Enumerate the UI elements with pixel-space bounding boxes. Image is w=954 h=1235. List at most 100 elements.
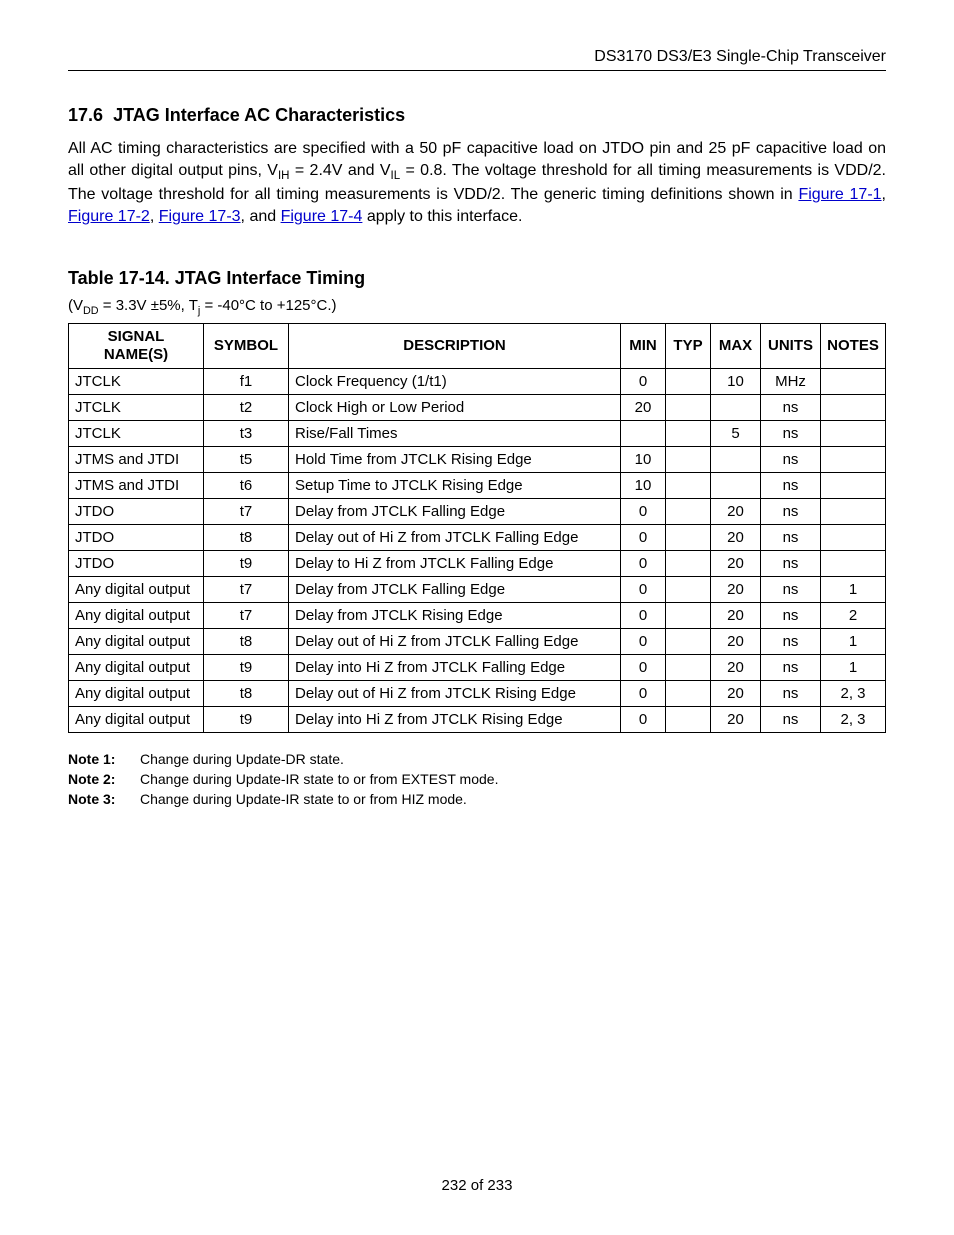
cell: 1 bbox=[821, 654, 886, 680]
page-footer: 232 of 233 bbox=[68, 1177, 886, 1194]
cell bbox=[821, 524, 886, 550]
cell: Delay into Hi Z from JTCLK Rising Edge bbox=[289, 706, 621, 732]
cell: Setup Time to JTCLK Rising Edge bbox=[289, 472, 621, 498]
cell: t9 bbox=[204, 550, 289, 576]
cell: Delay out of Hi Z from JTCLK Falling Edg… bbox=[289, 628, 621, 654]
cell bbox=[666, 446, 711, 472]
cell bbox=[666, 602, 711, 628]
cell: 20 bbox=[711, 680, 761, 706]
cell: 20 bbox=[711, 602, 761, 628]
note-row: Note 3:Change during Update-IR state to … bbox=[68, 791, 886, 807]
cell: t8 bbox=[204, 524, 289, 550]
cell bbox=[666, 472, 711, 498]
cell: Delay out of Hi Z from JTCLK Rising Edge bbox=[289, 680, 621, 706]
cell: 20 bbox=[711, 576, 761, 602]
table-row: Any digital outputt9Delay into Hi Z from… bbox=[69, 654, 886, 680]
cell: 0 bbox=[621, 654, 666, 680]
note-row: Note 2:Change during Update-IR state to … bbox=[68, 771, 886, 787]
cell: t6 bbox=[204, 472, 289, 498]
cell: 0 bbox=[621, 680, 666, 706]
cell: 0 bbox=[621, 628, 666, 654]
cell: 20 bbox=[711, 524, 761, 550]
table-row: JTCLKf1Clock Frequency (1/t1)010MHz bbox=[69, 368, 886, 394]
th-symbol: SYMBOL bbox=[204, 323, 289, 368]
cell: JTMS and JTDI bbox=[69, 446, 204, 472]
link-figure-17-1[interactable]: Figure 17-1 bbox=[798, 186, 881, 203]
cell: Any digital output bbox=[69, 576, 204, 602]
cell: Delay into Hi Z from JTCLK Falling Edge bbox=[289, 654, 621, 680]
cell bbox=[666, 680, 711, 706]
cell: ns bbox=[761, 472, 821, 498]
table-title: Table 17-14. JTAG Interface Timing bbox=[68, 268, 886, 289]
cell: ns bbox=[761, 576, 821, 602]
section-number: 17.6 bbox=[68, 105, 103, 125]
link-figure-17-3[interactable]: Figure 17-3 bbox=[159, 208, 241, 225]
cell bbox=[666, 706, 711, 732]
cell bbox=[711, 472, 761, 498]
cell: ns bbox=[761, 550, 821, 576]
cell: Delay from JTCLK Falling Edge bbox=[289, 498, 621, 524]
table-conditions: (VDD = 3.3V ±5%, Tj = -40°C to +125°C.) bbox=[68, 297, 886, 317]
note-label: Note 1: bbox=[68, 751, 140, 767]
cell: t3 bbox=[204, 420, 289, 446]
cell: ns bbox=[761, 498, 821, 524]
link-figure-17-4[interactable]: Figure 17-4 bbox=[281, 208, 363, 225]
cell: Clock High or Low Period bbox=[289, 394, 621, 420]
table-row: JTMS and JTDIt6Setup Time to JTCLK Risin… bbox=[69, 472, 886, 498]
note-row: Note 1:Change during Update-DR state. bbox=[68, 751, 886, 767]
intro-paragraph: All AC timing characteristics are specif… bbox=[68, 138, 886, 228]
th-max: MAX bbox=[711, 323, 761, 368]
table-notes: Note 1:Change during Update-DR state.Not… bbox=[68, 751, 886, 807]
cell: Any digital output bbox=[69, 706, 204, 732]
cell bbox=[621, 420, 666, 446]
cell: ns bbox=[761, 394, 821, 420]
cell: 0 bbox=[621, 706, 666, 732]
table-row: JTDOt9Delay to Hi Z from JTCLK Falling E… bbox=[69, 550, 886, 576]
cell: t9 bbox=[204, 654, 289, 680]
cell bbox=[666, 550, 711, 576]
cell: ns bbox=[761, 628, 821, 654]
cell bbox=[666, 654, 711, 680]
cell: 20 bbox=[711, 706, 761, 732]
section-title: JTAG Interface AC Characteristics bbox=[113, 105, 405, 125]
cell bbox=[821, 550, 886, 576]
table-row: Any digital outputt8Delay out of Hi Z fr… bbox=[69, 680, 886, 706]
cell: t8 bbox=[204, 628, 289, 654]
cell: 5 bbox=[711, 420, 761, 446]
cell bbox=[821, 446, 886, 472]
cell: t7 bbox=[204, 498, 289, 524]
cell bbox=[821, 368, 886, 394]
cell: 20 bbox=[711, 550, 761, 576]
cell: Any digital output bbox=[69, 602, 204, 628]
note-text: Change during Update-DR state. bbox=[140, 751, 344, 767]
cell bbox=[711, 446, 761, 472]
cell: MHz bbox=[761, 368, 821, 394]
cell: 0 bbox=[621, 602, 666, 628]
th-desc: DESCRIPTION bbox=[289, 323, 621, 368]
cell bbox=[666, 628, 711, 654]
th-typ: TYP bbox=[666, 323, 711, 368]
cell: 2, 3 bbox=[821, 680, 886, 706]
cell: 20 bbox=[621, 394, 666, 420]
table-header-row: SIGNAL NAME(S) SYMBOL DESCRIPTION MIN TY… bbox=[69, 323, 886, 368]
cell: 20 bbox=[711, 628, 761, 654]
cell bbox=[821, 498, 886, 524]
note-label: Note 3: bbox=[68, 791, 140, 807]
th-units: UNITS bbox=[761, 323, 821, 368]
cell: Delay to Hi Z from JTCLK Falling Edge bbox=[289, 550, 621, 576]
link-figure-17-2[interactable]: Figure 17-2 bbox=[68, 208, 150, 225]
cell: JTMS and JTDI bbox=[69, 472, 204, 498]
cell: 0 bbox=[621, 550, 666, 576]
cell: ns bbox=[761, 524, 821, 550]
cell bbox=[666, 576, 711, 602]
cell: Hold Time from JTCLK Rising Edge bbox=[289, 446, 621, 472]
cell: Delay from JTCLK Rising Edge bbox=[289, 602, 621, 628]
th-notes: NOTES bbox=[821, 323, 886, 368]
cell: t9 bbox=[204, 706, 289, 732]
cell: 2, 3 bbox=[821, 706, 886, 732]
cell: 0 bbox=[621, 498, 666, 524]
cell: t5 bbox=[204, 446, 289, 472]
cell: Any digital output bbox=[69, 654, 204, 680]
cell: JTCLK bbox=[69, 420, 204, 446]
page-number: 232 of 233 bbox=[442, 1177, 513, 1194]
